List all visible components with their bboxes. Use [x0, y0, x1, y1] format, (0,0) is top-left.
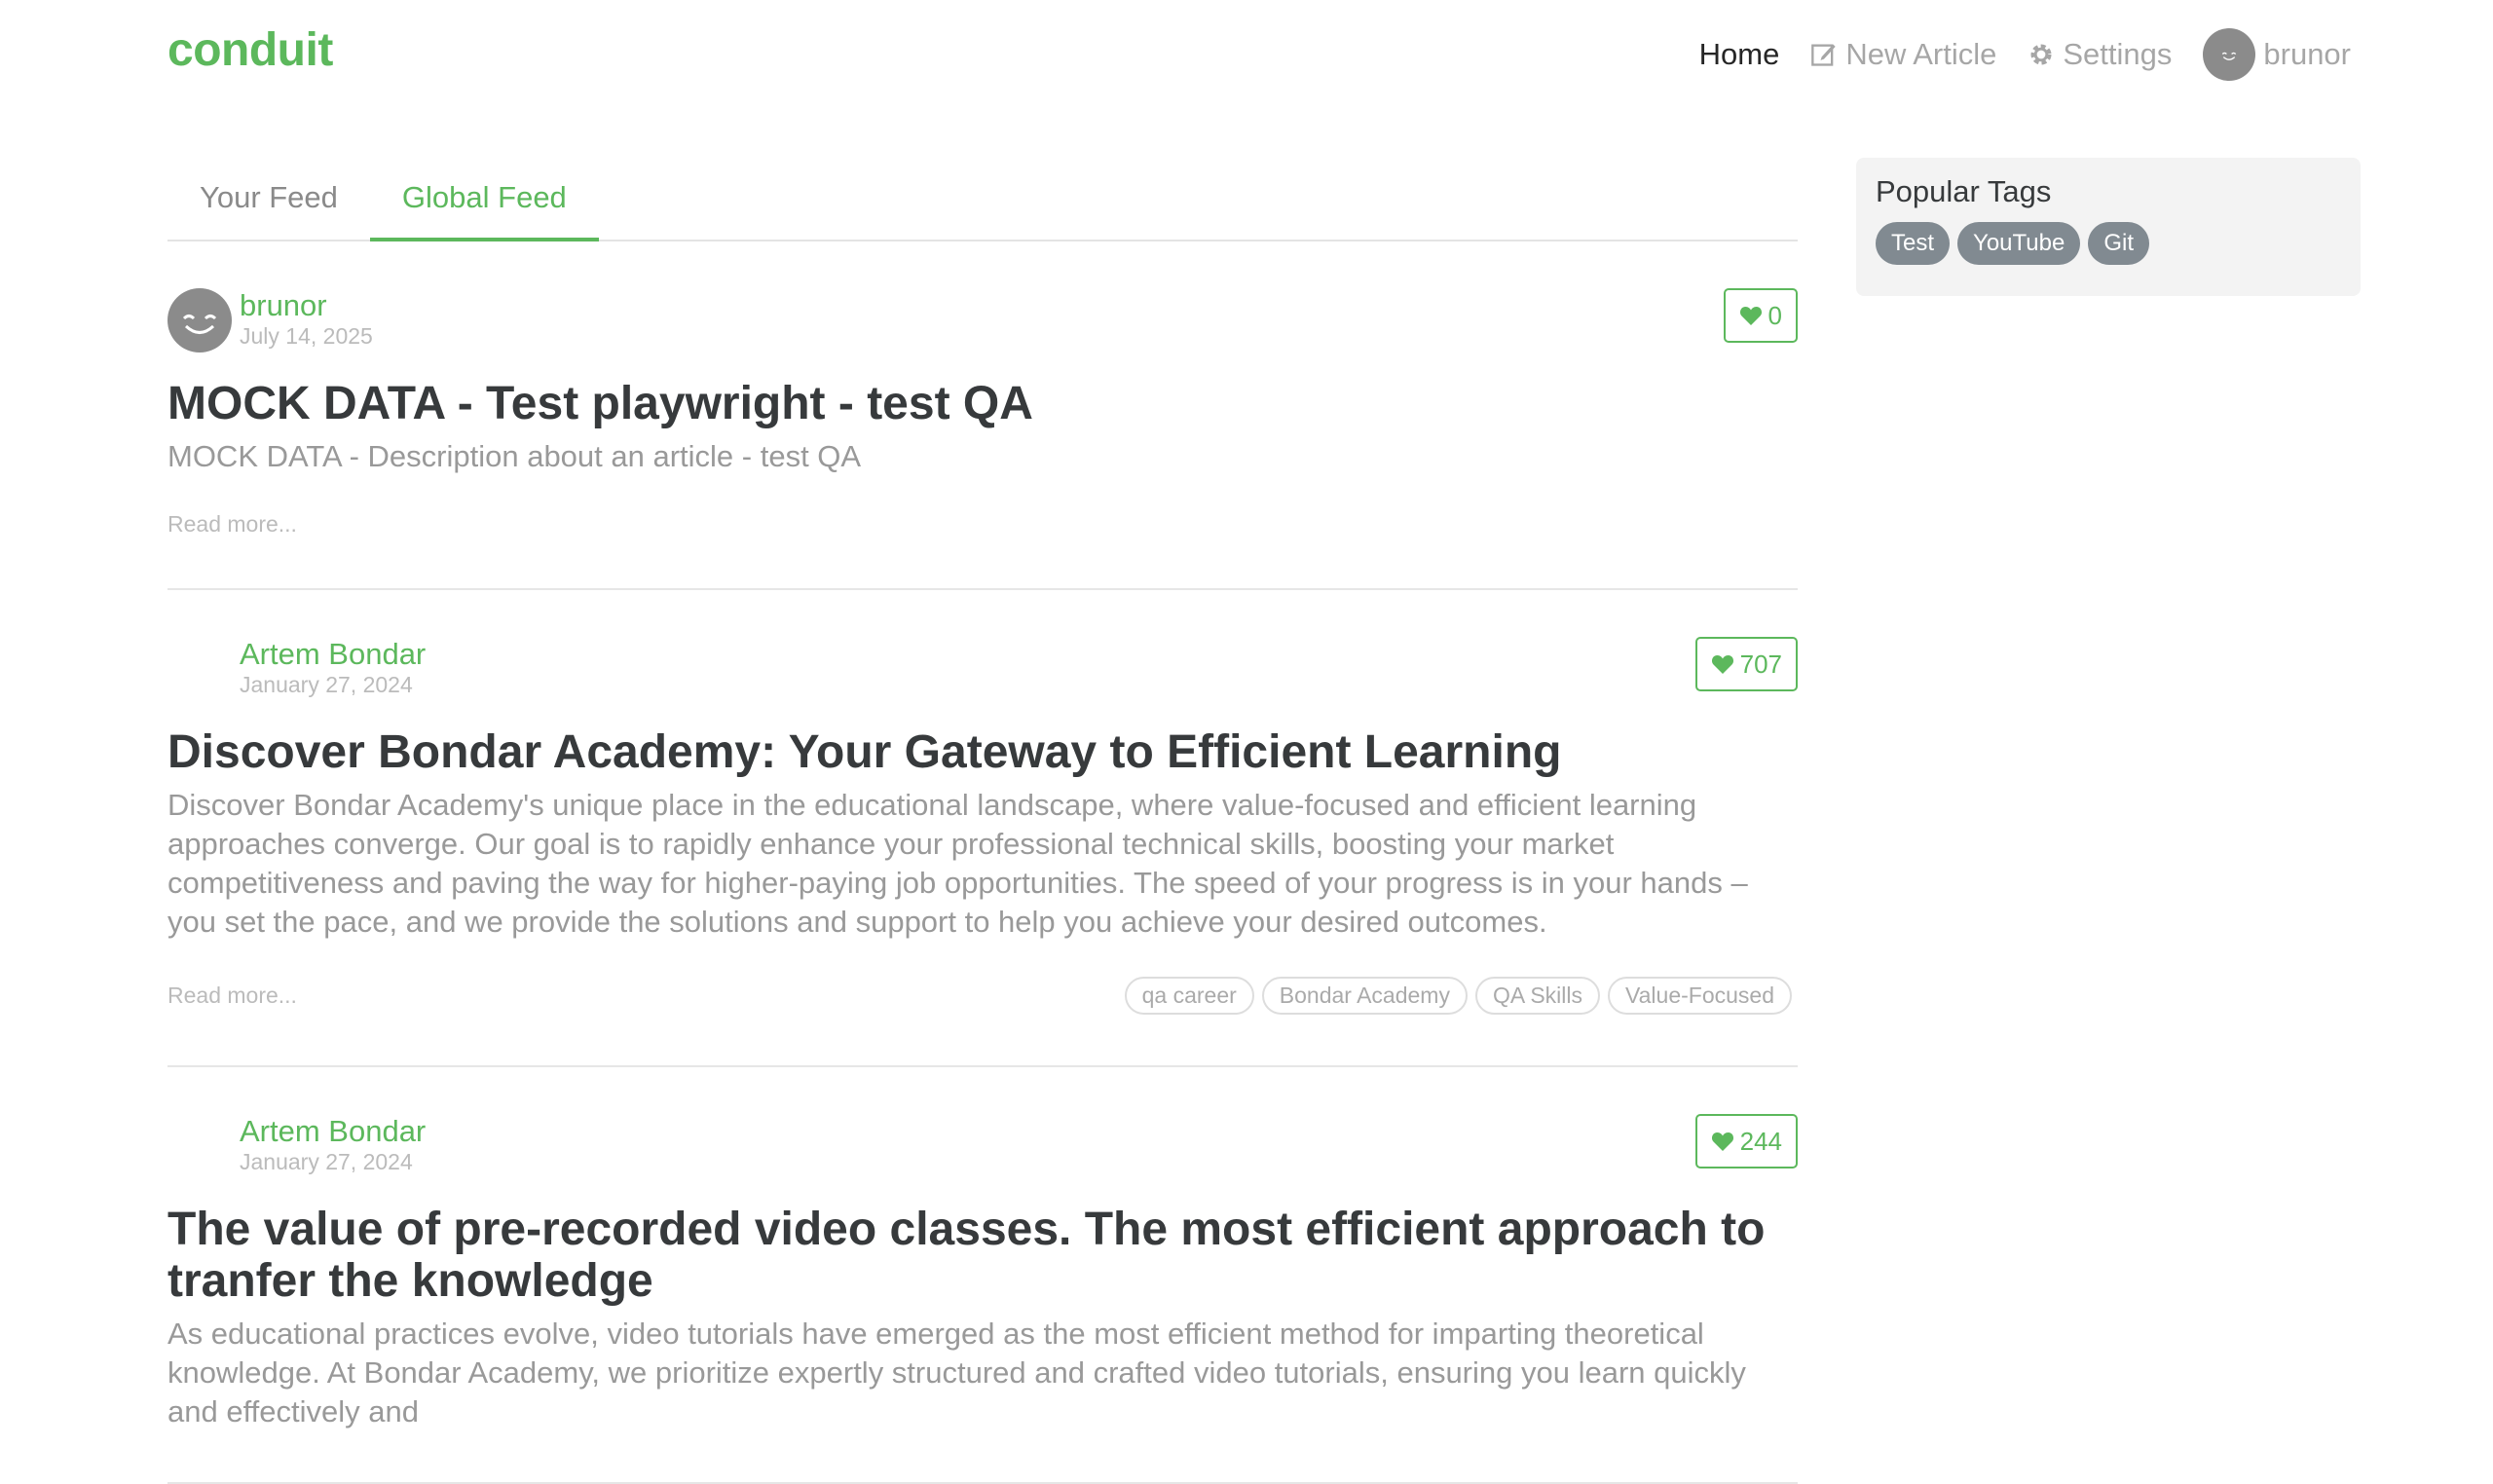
article-description: Discover Bondar Academy's unique place i…	[167, 788, 1748, 939]
article-footer: Read more... qa career Bondar Academy QA…	[167, 977, 1798, 1015]
popular-tag[interactable]: YouTube	[1957, 222, 2081, 265]
favorite-button[interactable]: 244	[1694, 1114, 1798, 1169]
heart-icon	[1711, 1132, 1733, 1151]
heart-icon	[1739, 307, 1762, 325]
article-preview: brunor July 14, 2025 0 MOCK DATA - Test …	[167, 241, 1798, 590]
author-avatar[interactable]	[167, 637, 232, 701]
article-date: July 14, 2025	[240, 323, 373, 349]
article-tag-list: qa career Bondar Academy QA Skills Value…	[1124, 977, 1792, 1015]
author-name[interactable]: brunor	[240, 288, 373, 323]
article-meta: Artem Bondar January 27, 2024	[167, 637, 1798, 703]
feed-tabs: Your Feed Global Feed	[167, 158, 1798, 241]
favorite-count: 244	[1739, 1126, 1782, 1156]
nav-home-label: Home	[1698, 37, 1780, 71]
feed-container: Your Feed Global Feed brunor July 14, 20…	[167, 158, 1798, 1484]
popular-tags-sidebar: Popular Tags Test YouTube Git	[1856, 158, 2361, 296]
user-avatar	[2203, 28, 2256, 81]
popular-tag[interactable]: Git	[2088, 222, 2149, 265]
article-description: As educational practices evolve, video t…	[167, 1317, 1746, 1428]
smiley-avatar-icon	[2222, 52, 2237, 60]
tab-your-feed[interactable]: Your Feed	[167, 158, 370, 241]
article-footer: Read more...	[167, 511, 1798, 538]
nav-new-article-label: New Article	[1845, 37, 1997, 71]
author-info: Artem Bondar January 27, 2024	[240, 1114, 426, 1174]
nav-username: brunor	[2263, 37, 2351, 71]
article-meta: brunor July 14, 2025	[167, 288, 1798, 354]
author-info: brunor July 14, 2025	[240, 288, 373, 349]
article-tag[interactable]: Value-Focused	[1608, 977, 1792, 1015]
favorite-button[interactable]: 0	[1723, 288, 1798, 343]
author-name[interactable]: Artem Bondar	[240, 637, 426, 672]
edit-icon	[1811, 44, 1836, 66]
favorite-count: 0	[1767, 300, 1782, 330]
read-more-link[interactable]: Read more...	[167, 511, 297, 538]
article-tag[interactable]: Bondar Academy	[1261, 977, 1468, 1015]
article-title[interactable]: Discover Bondar Academy: Your Gateway to…	[167, 726, 1798, 778]
navbar: conduit Home New Article Settings brunor	[0, 0, 2493, 107]
nav-home-link[interactable]: Home	[1699, 37, 1780, 72]
article-title[interactable]: The value of pre-recorded video classes.…	[167, 1204, 1798, 1307]
article-tag[interactable]: qa career	[1124, 977, 1254, 1015]
favorite-count: 707	[1739, 649, 1782, 679]
brand-logo[interactable]: conduit	[167, 23, 333, 77]
nav-links: Home New Article Settings brunor	[1699, 27, 2351, 82]
tab-global-feed[interactable]: Global Feed	[369, 158, 599, 241]
article-title[interactable]: MOCK DATA - Test playwright - test QA	[167, 378, 1798, 429]
article-preview: Artem Bondar January 27, 2024 244 The va…	[167, 1067, 1798, 1484]
popular-tag-list: Test YouTube Git	[1876, 222, 2341, 265]
article-description: MOCK DATA - Description about an article…	[167, 439, 862, 473]
nav-profile-link[interactable]: brunor	[2203, 28, 2351, 81]
author-avatar[interactable]	[167, 288, 232, 352]
nav-new-article-link[interactable]: New Article	[1810, 37, 1996, 72]
gear-icon	[2030, 44, 2052, 65]
favorite-button[interactable]: 707	[1694, 637, 1798, 691]
nav-settings-label: Settings	[2063, 37, 2173, 71]
smiley-avatar-icon	[182, 315, 217, 334]
article-date: January 27, 2024	[240, 672, 413, 697]
author-info: Artem Bondar January 27, 2024	[240, 637, 426, 697]
heart-icon	[1711, 655, 1733, 674]
popular-tag[interactable]: Test	[1876, 222, 1951, 265]
article-tag[interactable]: QA Skills	[1474, 977, 1600, 1015]
author-avatar[interactable]	[167, 1114, 232, 1178]
article-meta: Artem Bondar January 27, 2024	[167, 1114, 1798, 1180]
article-date: January 27, 2024	[240, 1149, 413, 1174]
popular-tags-title: Popular Tags	[1876, 174, 2052, 208]
nav-settings-link[interactable]: Settings	[2028, 37, 2172, 72]
article-preview: Artem Bondar January 27, 2024 707 Discov…	[167, 590, 1798, 1067]
author-name[interactable]: Artem Bondar	[240, 1114, 426, 1149]
read-more-link[interactable]: Read more...	[167, 983, 297, 1009]
